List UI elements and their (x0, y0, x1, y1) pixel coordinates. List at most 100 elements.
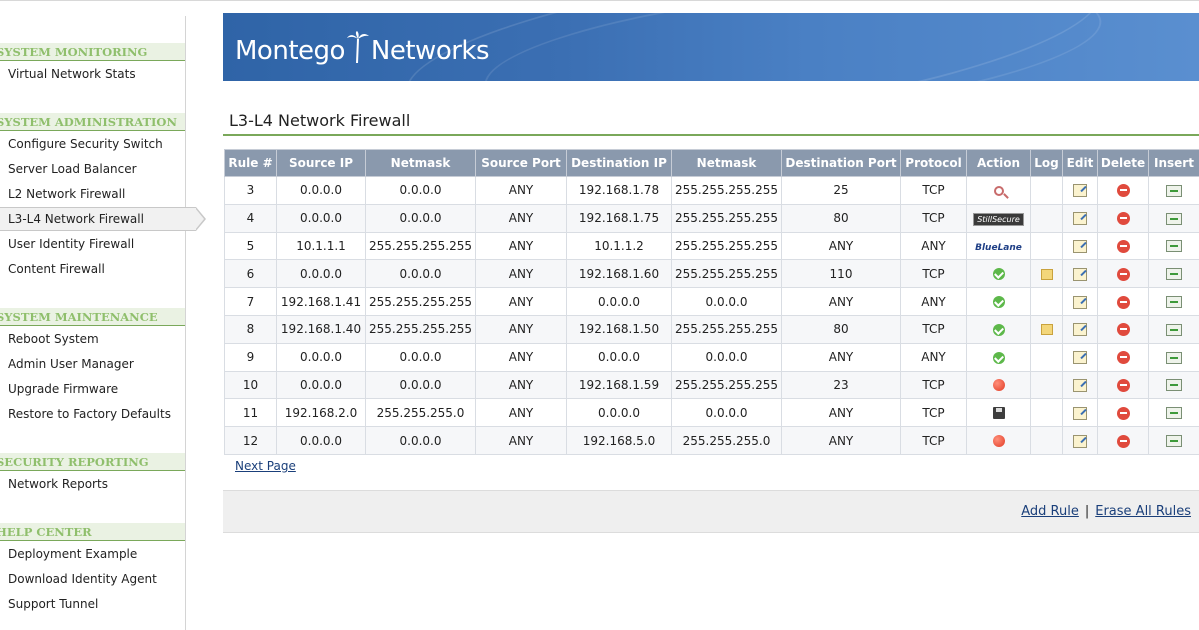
source-ip-cell: 192.168.1.40 (276, 314, 366, 344)
allow-icon[interactable] (992, 296, 1005, 309)
edit-icon[interactable] (1073, 351, 1087, 365)
insert-icon[interactable] (1166, 435, 1182, 448)
delete-icon[interactable] (1116, 184, 1130, 198)
column-header-source-port: Source Port (475, 149, 567, 177)
sidebar-item-download-identity-agent[interactable]: Download Identity Agent (0, 567, 185, 591)
stillsecure-logo[interactable]: StillSecure (973, 212, 1024, 226)
rule-number-cell: 9 (224, 342, 277, 372)
action-cell (966, 314, 1031, 344)
delete-icon[interactable] (1116, 239, 1130, 253)
sidebar-item-virtual-network-stats[interactable]: Virtual Network Stats (0, 62, 185, 86)
log-cell (1030, 314, 1063, 344)
edit-icon[interactable] (1073, 323, 1087, 337)
source-port-cell: ANY (475, 176, 567, 205)
header-banner: Montego Networks (223, 13, 1199, 81)
allow-icon[interactable] (992, 323, 1005, 336)
delete-icon[interactable] (1116, 378, 1130, 392)
sidebar-item-network-reports[interactable]: Network Reports (0, 472, 185, 496)
edit-icon[interactable] (1073, 406, 1087, 420)
column-header-rule: Rule # (224, 149, 277, 177)
delete-icon[interactable] (1116, 267, 1130, 281)
action-cell (966, 398, 1031, 428)
edit-icon[interactable] (1073, 212, 1087, 226)
key-icon[interactable] (993, 185, 1004, 196)
sidebar-item-deployment-example[interactable]: Deployment Example (0, 542, 185, 566)
source-ip-cell: 0.0.0.0 (276, 176, 366, 205)
sidebar-item-support-tunnel[interactable]: Support Tunnel (0, 592, 185, 616)
delete-icon[interactable] (1116, 351, 1130, 365)
insert-cell (1148, 426, 1199, 455)
delete-cell (1097, 287, 1149, 316)
protocol-cell: TCP (900, 398, 967, 428)
column-header-action: Action (966, 149, 1031, 177)
edit-cell (1062, 342, 1098, 372)
sidebar-item-restore-to-factory-defaults[interactable]: Restore to Factory Defaults (0, 402, 185, 426)
save-icon[interactable] (992, 407, 1005, 420)
protocol-cell: TCP (900, 259, 967, 289)
insert-cell (1148, 342, 1199, 372)
source-netmask-cell: 255.255.255.0 (365, 398, 476, 428)
insert-icon[interactable] (1166, 323, 1182, 336)
insert-icon[interactable] (1166, 351, 1182, 364)
add-rule-link[interactable]: Add Rule (1021, 504, 1079, 519)
sidebar-item-upgrade-firmware[interactable]: Upgrade Firmware (0, 377, 185, 401)
destination-port-cell: ANY (781, 398, 901, 428)
insert-icon[interactable] (1166, 240, 1182, 253)
source-netmask-cell: 0.0.0.0 (365, 259, 476, 289)
insert-icon[interactable] (1166, 184, 1182, 197)
delete-icon[interactable] (1116, 406, 1130, 420)
sidebar-item-user-identity-firewall[interactable]: User Identity Firewall (0, 232, 185, 256)
delete-icon[interactable] (1116, 295, 1130, 309)
sidebar-item-reboot-system[interactable]: Reboot System (0, 327, 185, 351)
rule-number-cell: 11 (224, 398, 277, 428)
delete-icon[interactable] (1116, 212, 1130, 226)
deny-icon[interactable] (992, 379, 1005, 392)
action-cell (966, 370, 1031, 400)
bluelane-logo[interactable]: BlueLane (975, 243, 1022, 253)
source-netmask-cell: 0.0.0.0 (365, 342, 476, 372)
next-page-link[interactable]: Next Page (235, 459, 296, 473)
edit-icon[interactable] (1073, 434, 1087, 448)
destination-port-cell: 80 (781, 314, 901, 344)
insert-icon[interactable] (1166, 379, 1182, 392)
edit-cell (1062, 398, 1098, 428)
sidebar-item-content-firewall[interactable]: Content Firewall (0, 257, 185, 281)
table-row: 8 192.168.1.40 255.255.255.255 ANY 192.168.1… (224, 314, 1199, 344)
sidebar-item-admin-user-manager[interactable]: Admin User Manager (0, 352, 185, 376)
delete-icon[interactable] (1116, 323, 1130, 337)
table-row: 4 0.0.0.0 0.0.0.0 ANY 192.168.1.75 255.255.25… (224, 203, 1199, 233)
delete-icon[interactable] (1116, 434, 1130, 448)
sidebar-item-l2-network-firewall[interactable]: L2 Network Firewall (0, 182, 185, 206)
allow-icon[interactable] (992, 268, 1005, 281)
protocol-cell: TCP (900, 176, 967, 205)
page-title: L3-L4 Network Firewall (229, 111, 411, 130)
destination-netmask-cell: 0.0.0.0 (671, 287, 782, 316)
table-header-row: Rule # Source IP Netmask Source Port Destina… (224, 149, 1199, 177)
insert-cell (1148, 176, 1199, 205)
table-row: 9 0.0.0.0 0.0.0.0 ANY 0.0.0.0 0.0.0.0 ANY ANY (224, 342, 1199, 372)
edit-icon[interactable] (1073, 184, 1087, 198)
destination-ip-cell: 0.0.0.0 (566, 398, 672, 428)
protocol-cell: TCP (900, 314, 967, 344)
column-header-netmask-dest: Netmask (671, 149, 782, 177)
log-icon[interactable] (1040, 268, 1053, 280)
insert-icon[interactable] (1166, 407, 1182, 420)
log-icon[interactable] (1040, 324, 1053, 336)
edit-icon[interactable] (1073, 267, 1087, 281)
allow-icon[interactable] (992, 351, 1005, 364)
table-row: 5 10.1.1.1 255.255.255.255 ANY 10.1.1.2 255.2… (224, 231, 1199, 261)
edit-icon[interactable] (1073, 378, 1087, 392)
sidebar-item-l3-l4-network-firewall[interactable]: L3-L4 Network Firewall (0, 207, 206, 231)
deny-icon[interactable] (992, 435, 1005, 448)
edit-icon[interactable] (1073, 295, 1087, 309)
insert-icon[interactable] (1166, 268, 1182, 281)
sidebar-item-configure-security-switch[interactable]: Configure Security Switch (0, 132, 185, 156)
insert-icon[interactable] (1166, 212, 1182, 225)
destination-netmask-cell: 255.255.255.255 (671, 259, 782, 289)
source-netmask-cell: 0.0.0.0 (365, 426, 476, 455)
insert-icon[interactable] (1166, 296, 1182, 309)
destination-ip-cell: 192.168.1.60 (566, 259, 672, 289)
edit-icon[interactable] (1073, 239, 1087, 253)
erase-all-rules-link[interactable]: Erase All Rules (1095, 504, 1191, 519)
sidebar-item-server-load-balancer[interactable]: Server Load Balancer (0, 157, 185, 181)
